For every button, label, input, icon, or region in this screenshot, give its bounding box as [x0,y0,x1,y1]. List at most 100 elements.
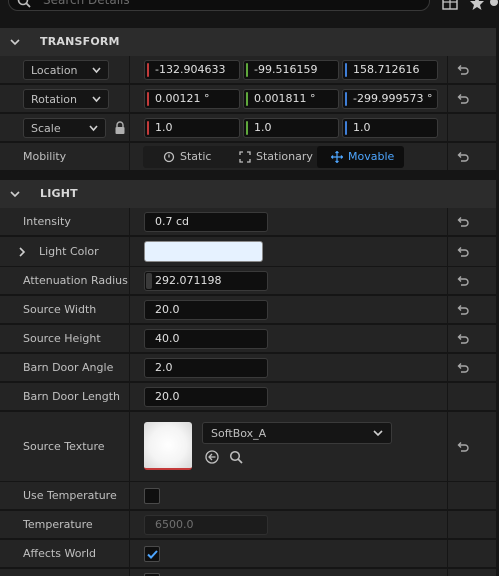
grid-view-icon[interactable] [442,0,458,11]
reset-cell [447,569,496,576]
attenuation-radius-field[interactable]: 292.071198 [144,271,268,291]
location-x-field[interactable]: -132.904633 [144,60,240,80]
location-z-field[interactable]: 158.712616 [342,60,438,80]
value-cell [131,540,447,567]
barn-door-length-row: Barn Door Length 20.0 [0,383,496,411]
reset-cell [447,143,496,170]
location-y-field[interactable]: -99.516159 [243,60,339,80]
transform-section-header[interactable]: TRANSFORM [0,28,496,56]
barn-door-angle-label: Barn Door Angle [23,361,114,374]
scale-x-field[interactable]: 1.0 [144,118,240,138]
option-label: Stationary [256,150,313,163]
star-icon[interactable] [469,0,485,11]
reset-cell [447,540,496,567]
reset-to-default-icon[interactable] [457,151,469,163]
reset-cell [447,56,496,83]
mobility-static-option[interactable]: Static [143,146,231,168]
label-cell [0,569,130,576]
label-cell: Intensity [0,208,130,235]
location-row: Location -132.904633 -99.516159 158.7126… [0,56,496,84]
mobility-segmented-control: Static Stationary Movable [143,146,404,168]
use-selected-asset-icon[interactable] [205,450,219,464]
barn-door-length-field[interactable]: 20.0 [144,387,268,407]
reset-cell [447,296,496,323]
rotation-mode-dropdown[interactable]: Rotation [23,89,109,109]
move-arrows-icon [331,151,343,163]
rotation-x-field[interactable]: 0.00121 ° [144,89,240,109]
reset-to-default-icon[interactable] [457,362,469,374]
scale-mode-dropdown[interactable]: Scale [23,118,106,138]
texture-thumbnail[interactable] [144,422,192,470]
affects-world-checkbox[interactable] [144,546,160,562]
temperature-field[interactable]: 6500.0 [144,515,268,535]
light-section-header[interactable]: LIGHT [0,180,496,208]
reset-to-default-icon[interactable] [457,304,469,316]
label-cell: Source Width [0,296,130,323]
rotation-y-value: 0.001811 ° [254,92,316,105]
search-input[interactable]: Search Details [8,0,430,11]
reset-to-default-icon[interactable] [457,216,469,228]
value-cell: 292.071198 [131,267,447,294]
details-toolbar: Search Details [0,0,499,28]
settings-icon[interactable] [489,0,499,11]
rotation-z-field[interactable]: -299.999573 ° [342,89,438,109]
label-cell: Temperature [0,511,130,538]
reset-to-default-icon[interactable] [457,246,469,258]
use-temperature-checkbox[interactable] [144,488,160,504]
attenuation-radius-value: 292.071198 [155,274,222,287]
reset-cell [447,85,496,112]
affects-world-label: Affects World [23,547,96,560]
x-axis-marker [147,63,149,77]
location-mode-dropdown[interactable]: Location [23,60,109,80]
scale-y-field[interactable]: 1.0 [243,118,339,138]
barn-door-angle-value: 2.0 [155,361,173,374]
intensity-value: 0.7 cd [155,215,190,228]
intensity-field[interactable]: 0.7 cd [144,212,268,232]
value-cell: -132.904633 -99.516159 158.712616 [131,56,447,83]
reset-to-default-icon[interactable] [457,93,469,105]
value-cell: 2.0 [131,354,447,381]
y-axis-marker [246,92,248,106]
reset-cell [447,354,496,381]
chevron-down-icon [92,67,101,74]
chevron-down-icon [89,125,98,132]
scale-z-field[interactable]: 1.0 [342,118,438,138]
reset-cell [447,511,496,538]
chevron-down-icon [92,96,101,103]
mobility-row: Mobility Static Stationary Movable [0,143,496,171]
source-width-row: Source Width 20.0 [0,296,496,324]
value-cell: 6500.0 [131,511,447,538]
mobility-movable-option[interactable]: Movable [317,146,404,168]
reset-to-default-icon[interactable] [457,441,469,453]
reset-cell [447,208,496,235]
lock-icon[interactable] [114,121,126,135]
slider-fill [146,273,152,289]
reset-cell [447,482,496,509]
reset-to-default-icon[interactable] [457,333,469,345]
source-height-value: 40.0 [155,332,180,345]
reset-to-default-icon[interactable] [457,64,469,76]
temperature-label: Temperature [23,518,93,531]
value-cell: 0.00121 ° 0.001811 ° -299.999573 ° [131,85,447,112]
rotation-row: Rotation 0.00121 ° 0.001811 ° -299.99957… [0,85,496,113]
value-cell: 1.0 1.0 1.0 [131,114,447,141]
browse-asset-search-icon[interactable] [229,450,243,464]
source-height-field[interactable]: 40.0 [144,329,268,349]
x-axis-marker [147,92,149,106]
light-color-label: Light Color [39,245,99,258]
mobility-stationary-option[interactable]: Stationary [231,146,317,168]
chevron-down-icon [10,191,20,198]
texture-asset-picker[interactable]: SoftBox_A [202,422,392,444]
reset-cell [447,114,496,141]
source-width-label: Source Width [23,303,97,316]
static-icon [163,151,175,163]
asset-name: SoftBox_A [211,427,267,440]
dropdown-label: Rotation [31,93,78,106]
barn-door-angle-field[interactable]: 2.0 [144,358,268,378]
reset-cell [447,237,496,266]
light-color-swatch[interactable] [144,241,263,262]
reset-to-default-icon[interactable] [457,275,469,287]
rotation-y-field[interactable]: 0.001811 ° [243,89,339,109]
source-width-field[interactable]: 20.0 [144,300,268,320]
chevron-right-icon[interactable] [19,247,26,257]
